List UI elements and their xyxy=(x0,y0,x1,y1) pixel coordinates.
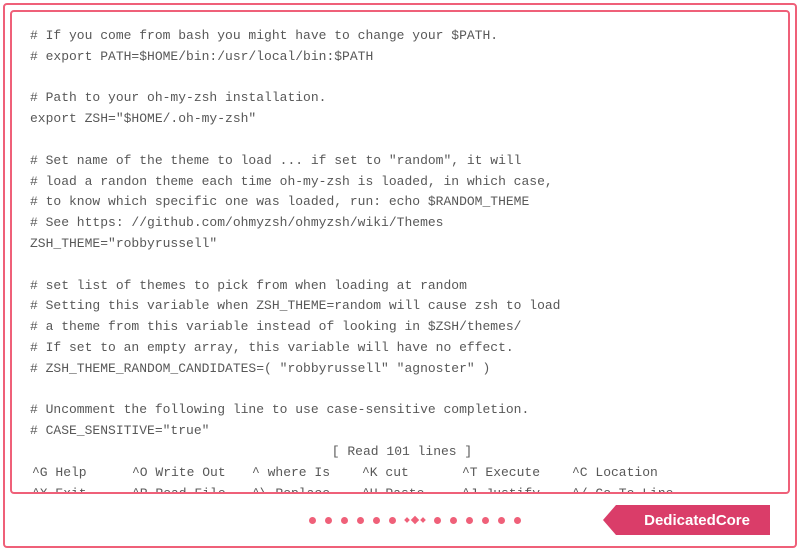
shortcut-location[interactable]: ^C Location xyxy=(572,463,692,484)
shortcut-replace[interactable]: ^\ Replace xyxy=(252,484,362,494)
terminal-window: # If you come from bash you might have t… xyxy=(10,10,790,494)
shortcut-read-file[interactable]: ^R Read File xyxy=(132,484,252,494)
shortcut-where-is[interactable]: ^ where Is xyxy=(252,463,362,484)
brand-ribbon: DedicatedCore xyxy=(616,505,770,535)
diamond-icon xyxy=(405,517,425,523)
footer-bar: DedicatedCore xyxy=(60,505,770,535)
shortcut-go-to-line[interactable]: ^/ Go To Line xyxy=(572,484,692,494)
shortcut-justify[interactable]: ^J Justify xyxy=(462,484,572,494)
status-line: [ Read 101 lines ] xyxy=(30,442,774,463)
shortcut-help[interactable]: ^G Help xyxy=(32,463,132,484)
shortcut-bar: ^G Help^O Write Out^ where Is^K cut^T Ex… xyxy=(32,463,774,494)
shortcut-cut[interactable]: ^K cut xyxy=(362,463,462,484)
shortcut-write-out[interactable]: ^O Write Out xyxy=(132,463,252,484)
file-content[interactable]: # If you come from bash you might have t… xyxy=(30,26,774,442)
shortcut-paste[interactable]: ^U Paste xyxy=(362,484,462,494)
brand-label: DedicatedCore xyxy=(644,512,750,529)
shortcut-exit[interactable]: ^X Exit xyxy=(32,484,132,494)
shortcut-execute[interactable]: ^T Execute xyxy=(462,463,572,484)
